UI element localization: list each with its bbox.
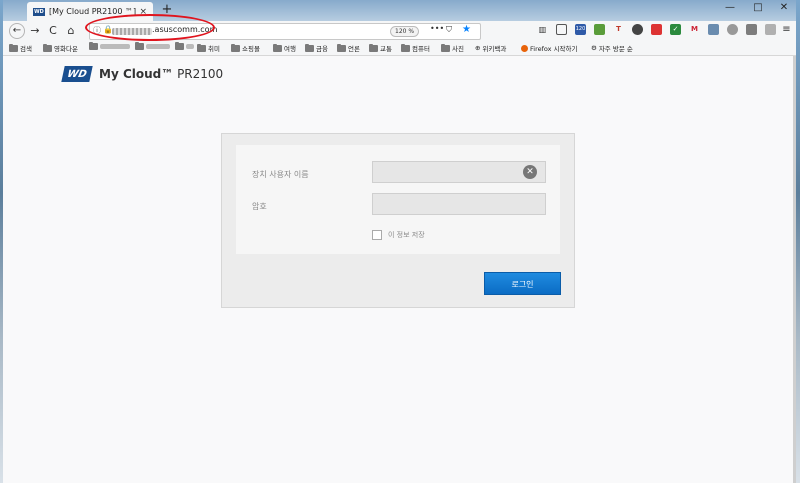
folder-icon (89, 42, 98, 50)
wd-favicon: WD (33, 7, 45, 16)
login-panel: 장치 사용자 이름 ✕ 암호 이 정보 저장 로그인 (221, 133, 575, 308)
folder-icon (135, 42, 144, 50)
url-highlight-annotation (85, 14, 215, 41)
maximize-icon[interactable]: □ (749, 2, 767, 13)
bookmark-folder[interactable]: 검색 (9, 43, 32, 53)
scrollbar[interactable] (793, 56, 796, 483)
clear-icon[interactable]: ✕ (523, 165, 537, 179)
folder-icon (175, 42, 184, 50)
redacted-label (100, 44, 130, 49)
browser-window: WD [My Cloud PR2100 ™] × + — □ ✕ ← → C ⌂… (3, 0, 796, 483)
username-label: 장치 사용자 이름 (252, 170, 309, 179)
ext-misc-icon[interactable] (765, 24, 776, 35)
library-icon[interactable]: ▥ (537, 24, 548, 35)
folder-icon (337, 43, 346, 52)
bookmark-star-icon[interactable]: ★ (462, 24, 471, 35)
ext-t-icon[interactable]: T (613, 24, 624, 35)
bookmark-most-visited[interactable]: ⚙ 자주 방문 순 (591, 43, 633, 53)
ext-check-icon[interactable]: ✓ (670, 24, 681, 35)
ext-red-icon[interactable] (651, 24, 662, 35)
login-button[interactable]: 로그인 (484, 272, 561, 295)
gear-icon: ⚙ (591, 44, 597, 52)
folder-icon (9, 43, 18, 52)
page-content: WD My Cloud™ PR2100 장치 사용자 이름 ✕ 암호 이 정보 … (3, 56, 796, 483)
folder-icon (305, 43, 314, 52)
back-button[interactable]: ← (9, 23, 25, 39)
ext-counter-icon[interactable]: 120 (575, 24, 586, 35)
username-input[interactable]: ✕ (372, 161, 546, 183)
remember-checkbox[interactable] (372, 230, 382, 240)
bookmark-folder[interactable]: 쇼핑몰 (231, 43, 260, 53)
wd-logo-mark: WD (61, 66, 93, 82)
bookmark-folder[interactable]: 금융 (305, 43, 328, 53)
ext-gray-icon[interactable] (727, 24, 738, 35)
zoom-indicator[interactable]: 120 % (390, 26, 420, 37)
bookmark-folder[interactable] (135, 42, 170, 50)
folder-icon (231, 43, 240, 52)
bookmark-firefox[interactable]: Firefox 시작하기 (521, 43, 578, 53)
close-window-icon[interactable]: ✕ (775, 2, 793, 13)
menu-icon[interactable]: ≡ (781, 24, 792, 35)
wd-logo: WD My Cloud™ PR2100 (61, 66, 224, 82)
globe-icon: ⊕ (475, 44, 481, 52)
bookmarks-toolbar: 검색 영화다운 취미 쇼핑몰 여행 금융 언론 교통 컴퓨터 사진 ⊕ 위키백과 … (3, 41, 796, 56)
bookmark-folder[interactable]: 여행 (273, 43, 296, 53)
folder-icon (273, 43, 282, 52)
folder-icon (401, 43, 410, 52)
firefox-icon (521, 44, 528, 52)
minimize-icon[interactable]: — (721, 2, 739, 13)
ext-dark-icon[interactable] (632, 24, 643, 35)
bookmark-folder[interactable]: 컴퓨터 (401, 43, 430, 53)
ext-m-icon[interactable]: M (689, 24, 700, 35)
bookmark-folder[interactable] (89, 42, 130, 50)
pocket-icon[interactable]: ⛉ (446, 25, 452, 35)
home-button[interactable]: ⌂ (63, 23, 79, 39)
sidebar-icon[interactable] (556, 24, 567, 35)
redacted-label (186, 44, 194, 49)
folder-icon (197, 43, 206, 52)
page-actions-icon[interactable]: ••• (430, 24, 444, 33)
remember-label: 이 정보 저장 (388, 231, 425, 239)
bookmark-wiki[interactable]: ⊕ 위키백과 (475, 43, 506, 53)
bookmark-folder[interactable]: 영화다운 (43, 43, 78, 53)
folder-icon (43, 43, 52, 52)
redacted-label (146, 44, 170, 49)
ext-green-icon[interactable] (594, 24, 605, 35)
bookmark-folder[interactable]: 사진 (441, 43, 464, 53)
bookmark-folder[interactable]: 취미 (197, 43, 220, 53)
ext-puzzle-icon[interactable] (746, 24, 757, 35)
login-form: 장치 사용자 이름 ✕ 암호 이 정보 저장 (236, 145, 560, 254)
reload-button[interactable]: C (45, 23, 61, 39)
bookmark-folder[interactable]: 교통 (369, 43, 392, 53)
bookmark-folder[interactable]: 언론 (337, 43, 360, 53)
password-label: 암호 (252, 202, 267, 211)
folder-icon (369, 43, 378, 52)
bookmark-folder[interactable] (175, 42, 194, 50)
forward-button[interactable]: → (27, 23, 43, 39)
folder-icon (441, 43, 450, 52)
password-input[interactable] (372, 193, 546, 215)
ext-blue-icon[interactable] (708, 24, 719, 35)
product-name: My Cloud™ PR2100 (99, 67, 224, 81)
